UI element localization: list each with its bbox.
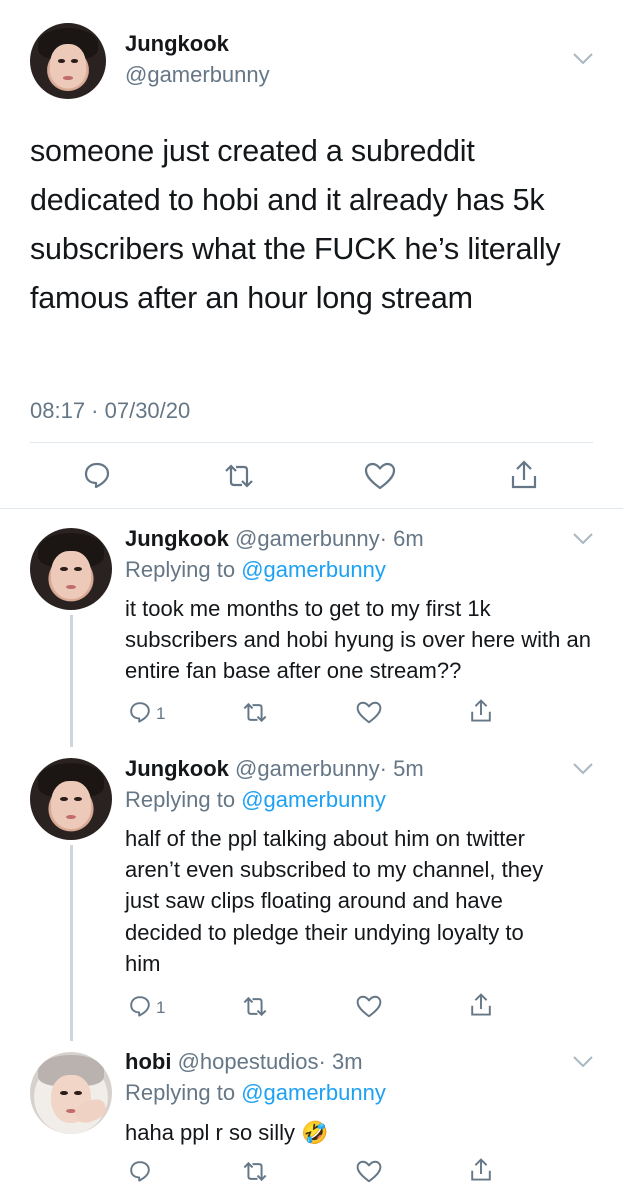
share-icon[interactable] xyxy=(469,1157,493,1183)
like-icon[interactable] xyxy=(356,1160,382,1183)
main-tweet-display-name[interactable]: Jungkook xyxy=(125,31,229,57)
replying-to-prefix: Replying to xyxy=(125,1080,242,1105)
retweet-icon[interactable] xyxy=(222,462,256,490)
reply-display-name[interactable]: Jungkook xyxy=(125,756,229,781)
reply-icon[interactable] xyxy=(128,700,152,724)
replying-to-link[interactable]: @gamerbunny xyxy=(241,1080,386,1105)
replying-to-link[interactable]: @gamerbunny xyxy=(241,557,386,582)
main-tweet-handle[interactable]: @gamerbunny xyxy=(125,62,270,88)
reply-display-name[interactable]: Jungkook xyxy=(125,526,229,551)
replying-to: Replying to @gamerbunny xyxy=(125,1080,386,1106)
reply-text: half of the ppl talking about him on twi… xyxy=(125,826,544,976)
replying-to: Replying to @gamerbunny xyxy=(125,787,386,813)
reply-text: it took me months to get to my first 1k … xyxy=(125,596,591,684)
reply-count: 1 xyxy=(156,704,166,723)
avatar-jungkook[interactable] xyxy=(30,23,106,99)
reply-header[interactable]: Jungkook @gamerbunny· 5m xyxy=(125,756,424,782)
thread-line xyxy=(70,615,73,747)
avatar-hobi[interactable] xyxy=(30,1052,112,1134)
replying-to-prefix: Replying to xyxy=(125,787,242,812)
avatar-mouth xyxy=(63,76,73,80)
replying-to-prefix: Replying to xyxy=(125,557,242,582)
avatar-face xyxy=(49,44,87,89)
reply-icon[interactable] xyxy=(128,1159,152,1183)
avatar-face xyxy=(51,550,91,599)
divider xyxy=(0,508,623,509)
reply-time[interactable]: · 3m xyxy=(319,1049,363,1074)
reply-handle[interactable]: @gamerbunny xyxy=(235,526,380,551)
thread-line xyxy=(70,845,73,1041)
share-icon[interactable] xyxy=(509,459,539,491)
reply-count: 1 xyxy=(156,998,166,1017)
reply-header[interactable]: hobi @hopestudios· 3m xyxy=(125,1049,363,1075)
avatar-jungkook[interactable] xyxy=(30,528,112,610)
reply-time[interactable]: · 5m xyxy=(380,756,424,781)
chevron-down-icon[interactable] xyxy=(572,1055,594,1069)
retweet-icon[interactable] xyxy=(241,701,269,724)
avatar-face xyxy=(51,780,91,829)
replying-to: Replying to @gamerbunny xyxy=(125,557,386,583)
reply-icon[interactable] xyxy=(82,460,112,490)
reply-time[interactable]: · 6m xyxy=(380,526,424,551)
chevron-down-icon[interactable] xyxy=(572,52,594,66)
chevron-down-icon[interactable] xyxy=(572,532,594,546)
like-icon[interactable] xyxy=(364,462,396,490)
reply-icon[interactable] xyxy=(128,994,152,1018)
reply-text-body: haha ppl r so silly xyxy=(125,1120,295,1145)
share-icon[interactable] xyxy=(469,992,493,1018)
reply-display-name[interactable]: hobi xyxy=(125,1049,171,1074)
reply-handle[interactable]: @gamerbunny xyxy=(235,756,380,781)
reply-handle[interactable]: @hopestudios xyxy=(178,1049,319,1074)
share-icon[interactable] xyxy=(469,698,493,724)
like-icon[interactable] xyxy=(356,995,382,1018)
reply-text: haha ppl r so silly 🤣 xyxy=(125,1117,565,1148)
chevron-down-icon[interactable] xyxy=(572,762,594,776)
retweet-icon[interactable] xyxy=(241,995,269,1018)
rofl-emoji: 🤣 xyxy=(301,1120,329,1145)
retweet-icon[interactable] xyxy=(241,1160,269,1183)
main-tweet-timestamp[interactable]: 08:17 · 07/30/20 xyxy=(30,398,190,424)
main-tweet-text: someone just created a subreddit dedicat… xyxy=(30,134,561,315)
like-icon[interactable] xyxy=(356,701,382,724)
replying-to-link[interactable]: @gamerbunny xyxy=(241,787,386,812)
avatar-jungkook[interactable] xyxy=(30,758,112,840)
reply-header[interactable]: Jungkook @gamerbunny· 6m xyxy=(125,526,424,552)
divider xyxy=(30,442,593,443)
